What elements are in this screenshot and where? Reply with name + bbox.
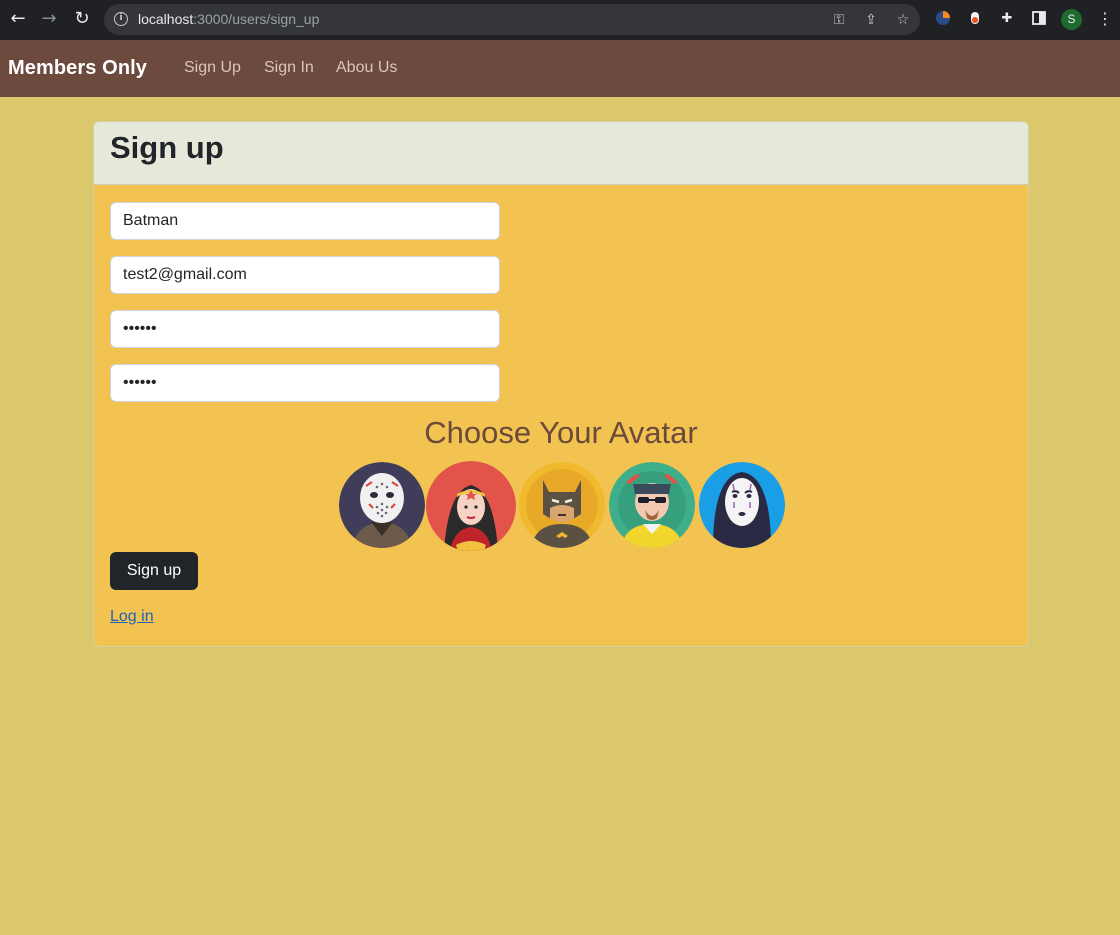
email-field[interactable]: [110, 256, 500, 294]
password-confirmation-field[interactable]: [110, 364, 500, 402]
avatar-option-batman[interactable]: [519, 462, 605, 548]
password-key-icon[interactable]: ⚿: [830, 11, 848, 29]
card-header: Sign up: [94, 122, 1028, 185]
forward-arrow-icon[interactable]: →: [38, 8, 60, 30]
address-bar[interactable]: i localhost:3000/users/sign_up ⚿ ⇪ ☆: [104, 4, 920, 35]
reload-icon[interactable]: ↻: [71, 8, 93, 30]
bookmark-star-icon[interactable]: ☆: [894, 11, 912, 29]
page-title: Sign up: [110, 130, 224, 165]
password-field[interactable]: [110, 310, 500, 348]
url-text[interactable]: localhost:3000/users/sign_up: [138, 11, 319, 27]
sign-up-submit-button[interactable]: Sign up: [110, 552, 198, 590]
signup-card: Sign up Choose Your Avatar: [93, 121, 1029, 647]
profile-avatar[interactable]: S: [1061, 9, 1082, 30]
log-in-link[interactable]: Log in: [110, 608, 154, 626]
avatar-option-no-face[interactable]: [699, 462, 785, 548]
side-panel-icon[interactable]: [1030, 10, 1048, 28]
back-arrow-icon[interactable]: ←: [7, 8, 29, 30]
nav-link-sign-up[interactable]: Sign Up: [184, 59, 241, 77]
menu-kebab-icon[interactable]: ⋮: [1096, 10, 1114, 28]
avatar-option-heisenberg[interactable]: [609, 462, 695, 548]
brand-link[interactable]: Members Only: [8, 57, 147, 80]
share-icon[interactable]: ⇪: [862, 11, 880, 29]
navbar: Members Only Sign Up Sign In Abou Us: [0, 40, 1120, 97]
nav-link-sign-in[interactable]: Sign In: [264, 59, 314, 77]
site-info-icon[interactable]: i: [114, 12, 128, 26]
name-field[interactable]: [110, 202, 500, 240]
extension-icon[interactable]: [966, 10, 984, 28]
browser-toolbar: ← → ↻ i localhost:3000/users/sign_up ⚿ ⇪…: [0, 0, 1120, 40]
extension-icon[interactable]: [934, 10, 952, 28]
avatar-section-title: Choose Your Avatar: [424, 415, 698, 450]
avatar-option-jason[interactable]: [339, 462, 425, 548]
puzzle-extensions-icon[interactable]: ✚: [998, 10, 1016, 28]
nav-link-about-us[interactable]: Abou Us: [336, 59, 397, 77]
avatar-option-wonder-woman[interactable]: [426, 461, 516, 551]
